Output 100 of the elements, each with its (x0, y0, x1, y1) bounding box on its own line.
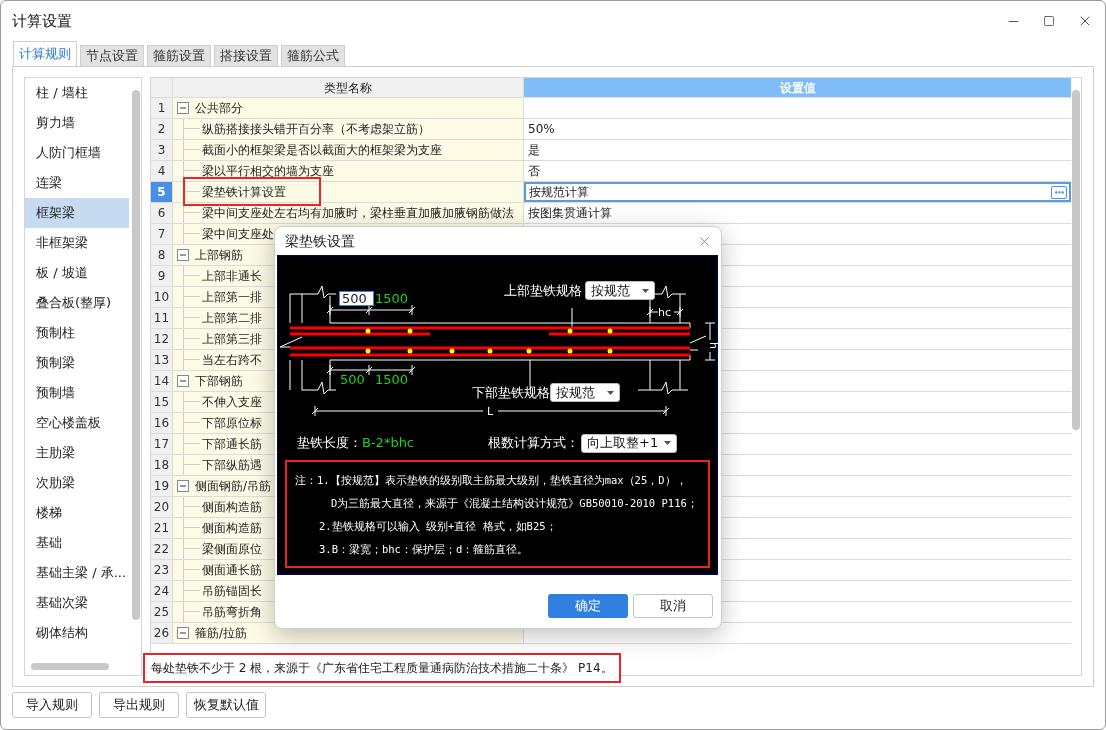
setting-name: 梁垫铁计算设置 (202, 184, 286, 201)
sidebar-item[interactable]: 主肋梁 (25, 438, 129, 468)
setting-name: 下部原位标 (202, 415, 262, 432)
sidebar-item[interactable]: 基础 (25, 528, 129, 558)
row-number: 20 (151, 497, 173, 517)
row-number: 8 (151, 245, 173, 265)
row-number: 5 (151, 182, 173, 202)
setting-value: 按图集贯通计算 (528, 205, 612, 222)
footer-button[interactable]: 导入规则 (12, 692, 92, 718)
setting-name: 不伸入支座 (202, 394, 262, 411)
collapse-icon[interactable] (177, 627, 189, 639)
sidebar-item[interactable]: 柱 / 墙柱 (25, 78, 129, 108)
sidebar-item[interactable]: 基础主梁 / 承... (25, 558, 129, 588)
maximize-icon[interactable] (1043, 15, 1055, 27)
tab[interactable]: 计算规则 (13, 41, 77, 66)
dialog-title: 梁垫铁设置 (285, 231, 355, 251)
column-header: 类型名称 (173, 78, 524, 97)
row-number: 7 (151, 224, 173, 244)
offset-input[interactable]: 500 (339, 291, 374, 306)
sidebar-item[interactable]: 空心楼盖板 (25, 408, 129, 438)
dropdown-select[interactable]: 按规范 (550, 383, 620, 402)
footer-button[interactable]: 导出规则 (99, 692, 179, 718)
setting-name: 上部第二排 (202, 310, 262, 327)
setting-name: 梁中间支座处 (202, 226, 274, 243)
sidebar-item[interactable]: 连梁 (25, 168, 129, 198)
setting-name: 梁中间支座处左右均有加腋时，梁柱垂直加腋加腋钢筋做法 (202, 205, 514, 222)
note-line: 注：1.【按规范】表示垫铁的级别取主筋最大级别，垫铁直径为max（25，D）， (295, 472, 687, 488)
spec-label: 上部垫铁规格 (504, 282, 582, 300)
row-number: 11 (151, 308, 173, 328)
dropdown-select[interactable]: 向上取整+1 (581, 433, 677, 453)
setting-name: 上部第三排 (202, 331, 262, 348)
sidebar-item[interactable]: 基础次梁 (25, 588, 129, 618)
note-line: D为三筋最大直径，来源于《混凝土结构设计规范》GB50010-2010 P116； (331, 495, 698, 511)
value-field[interactable]: 按规范计算 (524, 182, 1071, 202)
setting-name: 下部纵筋遇 (202, 457, 262, 474)
dialog-button[interactable]: 确定 (548, 594, 628, 618)
setting-name: 梁以平行相交的墙为支座 (202, 163, 334, 180)
offset-value: 1500 (375, 372, 409, 387)
setting-name: 下部通长筋 (202, 436, 262, 453)
tab[interactable]: 节点设置 (80, 45, 144, 66)
collapse-icon[interactable] (177, 375, 189, 387)
count-method-label: 根数计算方式： (488, 434, 579, 453)
row-number: 24 (151, 581, 173, 601)
tab[interactable]: 箍筋公式 (281, 45, 345, 66)
dialog-button[interactable]: 取消 (633, 594, 713, 618)
vertical-scrollbar[interactable] (132, 90, 140, 620)
annotation-note: 每处垫铁不少于 2 根，来源于《广东省住宅工程质量通病防治技术措施二十条》 P14。 (143, 653, 621, 683)
row-number: 10 (151, 287, 173, 307)
setting-name: 梁侧面原位 (202, 541, 262, 558)
footer-button[interactable]: 恢复默认值 (186, 692, 266, 718)
sidebar-item[interactable]: 框架梁 (25, 198, 129, 228)
row-number: 6 (151, 203, 173, 223)
sidebar-item[interactable]: 板 / 坡道 (25, 258, 129, 288)
vertical-scrollbar[interactable] (1072, 90, 1080, 430)
dropdown-select[interactable]: 按规范 (585, 281, 655, 300)
collapse-icon[interactable] (177, 102, 189, 114)
setting-name: 侧面构造筋 (202, 520, 262, 537)
row-number: 19 (151, 476, 173, 496)
setting-value: 是 (528, 142, 540, 159)
length-formula: B-2*bhc (362, 434, 415, 453)
setting-name: 吊筋锚固长 (202, 583, 262, 600)
sidebar-item[interactable]: 楼梯 (25, 498, 129, 528)
sidebar-item[interactable]: 非框架梁 (25, 228, 129, 258)
setting-name: 当左右跨不 (202, 352, 262, 369)
group-label: 下部钢筋 (195, 373, 243, 390)
setting-value: 50% (528, 121, 555, 138)
collapse-icon[interactable] (177, 480, 189, 492)
tab[interactable]: 搭接设置 (214, 45, 278, 66)
setting-name: 纵筋搭接接头错开百分率（不考虑架立筋） (202, 121, 430, 138)
setting-name: 上部非通长 (202, 268, 262, 285)
sidebar-item[interactable]: 砌体结构 (25, 618, 129, 648)
sidebar-item[interactable]: 叠合板(整厚) (25, 288, 129, 318)
sidebar-item[interactable]: 人防门框墙 (25, 138, 129, 168)
sidebar-item[interactable]: 剪力墙 (25, 108, 129, 138)
dropdown-caret-icon (642, 288, 649, 293)
row-number: 14 (151, 371, 173, 391)
more-button[interactable] (1051, 185, 1067, 199)
tab[interactable]: 箍筋设置 (147, 45, 211, 66)
group-label: 公共部分 (195, 100, 243, 117)
row-number: 3 (151, 140, 173, 160)
sidebar-item[interactable]: 预制墙 (25, 378, 129, 408)
offset-value: 500 (340, 372, 365, 387)
sidebar-item[interactable]: 预制柱 (25, 318, 129, 348)
setting-name: 侧面构造筋 (202, 499, 262, 516)
sidebar-item[interactable]: 预制梁 (25, 348, 129, 378)
row-number: 2 (151, 119, 173, 139)
row-number: 23 (151, 560, 173, 580)
dimension-label: L (487, 405, 494, 418)
group-label: 箍筋/拉筋 (195, 625, 248, 642)
row-number: 1 (151, 98, 173, 118)
setting-value: 否 (528, 163, 540, 180)
row-number: 16 (151, 413, 173, 433)
collapse-icon[interactable] (177, 249, 189, 261)
column-header: 设置值 (524, 78, 1071, 97)
group-label: 上部钢筋 (195, 247, 243, 264)
setting-name: 吊筋弯折角 (202, 604, 262, 621)
sidebar-item[interactable]: 次肋梁 (25, 468, 129, 498)
spec-label: 下部垫铁规格 (472, 384, 550, 402)
row-number: 22 (151, 539, 173, 559)
horizontal-scrollbar[interactable] (31, 663, 109, 670)
